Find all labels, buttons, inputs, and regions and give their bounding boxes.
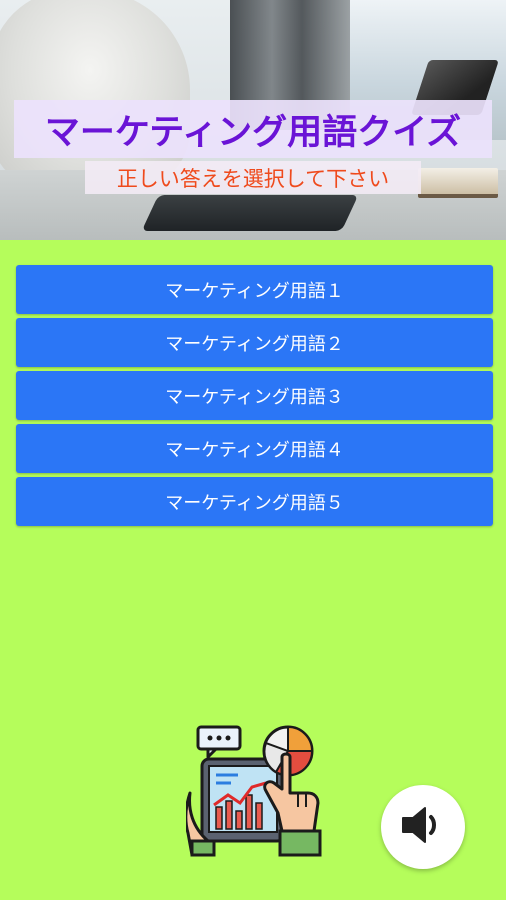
page-subtitle: 正しい答えを選択して下さい: [116, 166, 390, 191]
marketing-analytics-icon: [184, 723, 326, 858]
quiz-button-5[interactable]: マーケティング用語５: [16, 477, 493, 526]
title-box: マーケティング用語クイズ: [14, 100, 492, 158]
header-banner: マーケティング用語クイズ 正しい答えを選択して下さい: [0, 0, 506, 240]
page-title: マーケティング用語クイズ: [44, 112, 462, 153]
quiz-button-3[interactable]: マーケティング用語３: [16, 371, 493, 420]
quiz-button-4[interactable]: マーケティング用語４: [16, 424, 493, 473]
quiz-button-1[interactable]: マーケティング用語１: [16, 265, 493, 314]
header-photo-tablet: [141, 195, 359, 231]
quiz-menu: マーケティング用語１ マーケティング用語２ マーケティング用語３ マーケティング…: [16, 265, 493, 530]
speaker-icon: [400, 805, 446, 849]
quiz-button-2[interactable]: マーケティング用語２: [16, 318, 493, 367]
subtitle-box: 正しい答えを選択して下さい: [85, 161, 421, 194]
quiz-app: マーケティング用語クイズ 正しい答えを選択して下さい マーケティング用語１ マー…: [0, 0, 506, 900]
header-photo-book: [418, 168, 498, 198]
sound-toggle-button[interactable]: [381, 785, 465, 869]
